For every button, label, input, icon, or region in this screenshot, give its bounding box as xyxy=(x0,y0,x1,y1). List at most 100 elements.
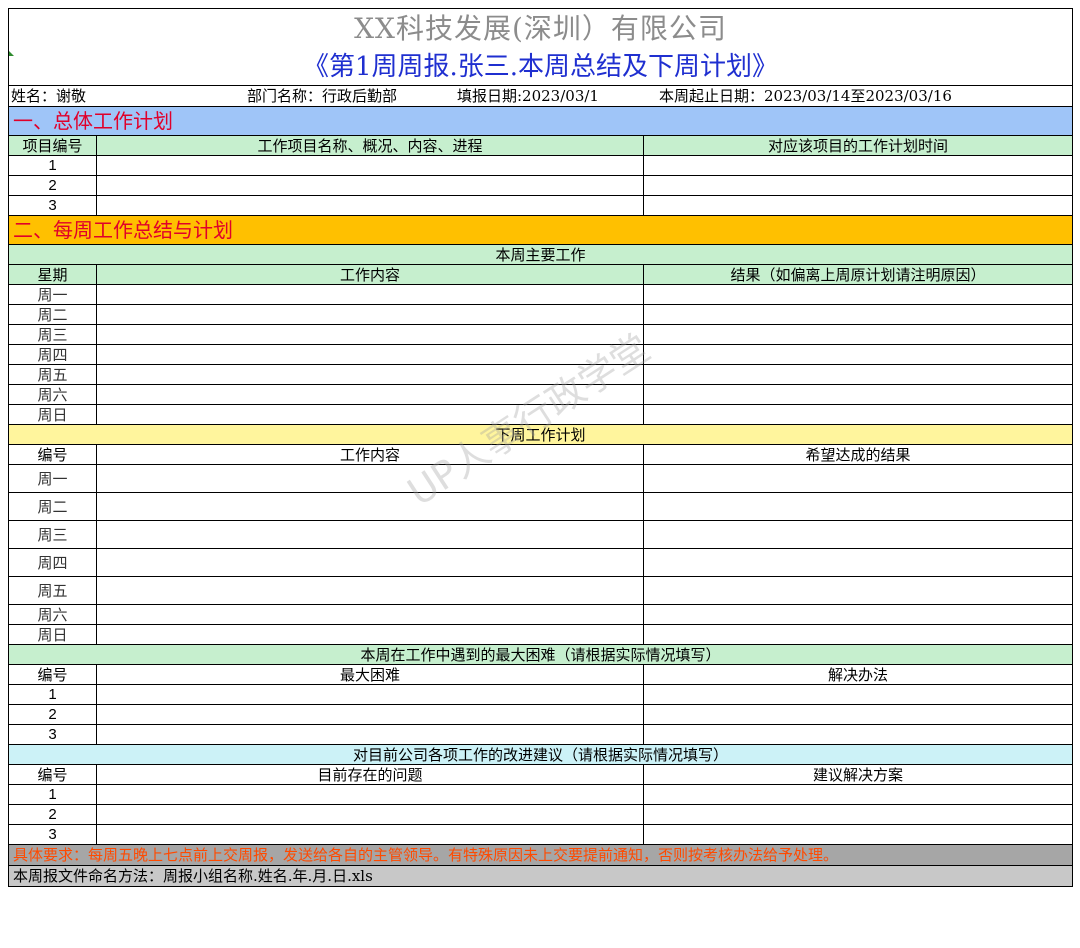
table-cell[interactable] xyxy=(643,704,1073,725)
table-cell[interactable] xyxy=(96,784,644,805)
table-cell[interactable] xyxy=(643,324,1073,345)
company-name[interactable]: XX科技发展(深圳）有限公司 xyxy=(8,8,1073,49)
weekday-cell[interactable]: 周五 xyxy=(8,364,97,385)
table-cell[interactable] xyxy=(643,548,1073,577)
department-name: 部门名称：行政后勤部 xyxy=(247,87,398,105)
col-header[interactable]: 工作内容 xyxy=(96,264,644,285)
table-cell[interactable] xyxy=(643,624,1073,645)
col-header[interactable]: 结果（如偏离上周原计划请注明原因） xyxy=(643,264,1073,285)
col-header[interactable]: 编号 xyxy=(8,764,97,785)
submission-requirement[interactable]: 具体要求：每周五晚上七点前上交周报，发送给各自的主管领导。有特殊原因未上交要提前… xyxy=(8,844,1073,866)
table-cell[interactable] xyxy=(643,304,1073,325)
weekday-cell[interactable]: 周四 xyxy=(8,344,97,365)
col-header[interactable]: 编号 xyxy=(8,664,97,685)
table-cell[interactable] xyxy=(96,604,644,625)
section1-title[interactable]: 一、总体工作计划 xyxy=(8,106,1073,136)
row-number[interactable]: 3 xyxy=(8,724,97,745)
col-header[interactable]: 对应该项目的工作计划时间 xyxy=(643,135,1073,156)
table-cell[interactable] xyxy=(643,344,1073,365)
info-row[interactable]: 姓名：谢敬 部门名称：行政后勤部 填报日期:2023/03/1 本周起止日期：2023… xyxy=(8,85,1073,107)
table-cell[interactable] xyxy=(96,548,644,577)
weekday-cell[interactable]: 周六 xyxy=(8,384,97,405)
weekday-cell[interactable]: 周四 xyxy=(8,548,97,577)
next-week-heading[interactable]: 下周工作计划 xyxy=(8,424,1073,445)
col-header[interactable]: 目前存在的问题 xyxy=(96,764,644,785)
table-cell[interactable] xyxy=(643,520,1073,549)
weekday-cell[interactable]: 周三 xyxy=(8,520,97,549)
col-header[interactable]: 建议解决方案 xyxy=(643,764,1073,785)
table-cell[interactable] xyxy=(96,155,644,176)
reporter-name: 姓名：谢敬 xyxy=(11,87,87,105)
table-cell[interactable] xyxy=(643,804,1073,825)
table-cell[interactable] xyxy=(96,404,644,425)
weekday-cell[interactable]: 周五 xyxy=(8,576,97,605)
row-number[interactable]: 1 xyxy=(8,684,97,705)
weekday-cell[interactable]: 周日 xyxy=(8,624,97,645)
row-number[interactable]: 1 xyxy=(8,155,97,176)
table-cell[interactable] xyxy=(96,684,644,705)
table-cell[interactable] xyxy=(643,824,1073,845)
weekday-cell[interactable]: 周三 xyxy=(8,324,97,345)
table-cell[interactable] xyxy=(643,604,1073,625)
table-cell[interactable] xyxy=(643,784,1073,805)
section2-title[interactable]: 二、每周工作总结与计划 xyxy=(8,215,1073,245)
col-header[interactable]: 工作内容 xyxy=(96,444,644,465)
table-cell[interactable] xyxy=(643,724,1073,745)
difficulties-heading[interactable]: 本周在工作中遇到的最大困难（请根据实际情况填写） xyxy=(8,644,1073,665)
table-cell[interactable] xyxy=(96,724,644,745)
weekday-cell[interactable]: 周一 xyxy=(8,464,97,493)
col-header[interactable]: 希望达成的结果 xyxy=(643,444,1073,465)
report-title[interactable]: 《第1周周报.张三.本周总结及下周计划》 xyxy=(8,49,1073,86)
table-cell[interactable] xyxy=(643,195,1073,216)
suggestions-heading[interactable]: 对目前公司各项工作的改进建议（请根据实际情况填写） xyxy=(8,744,1073,765)
col-header[interactable]: 编号 xyxy=(8,444,97,465)
row-number[interactable]: 2 xyxy=(8,804,97,825)
table-cell[interactable] xyxy=(643,404,1073,425)
table-cell[interactable] xyxy=(96,324,644,345)
table-cell[interactable] xyxy=(96,520,644,549)
weekday-cell[interactable]: 周一 xyxy=(8,284,97,305)
weekly-report-sheet: XX科技发展(深圳）有限公司 《第1周周报.张三.本周总结及下周计划》 姓名：谢… xyxy=(8,8,1073,887)
table-cell[interactable] xyxy=(643,155,1073,176)
table-cell[interactable] xyxy=(643,384,1073,405)
this-week-heading[interactable]: 本周主要工作 xyxy=(8,244,1073,265)
table-cell[interactable] xyxy=(643,175,1073,196)
col-header[interactable]: 解决办法 xyxy=(643,664,1073,685)
col-header[interactable]: 星期 xyxy=(8,264,97,285)
table-cell[interactable] xyxy=(96,824,644,845)
table-cell[interactable] xyxy=(643,364,1073,385)
table-cell[interactable] xyxy=(96,624,644,645)
table-cell[interactable] xyxy=(96,804,644,825)
table-cell[interactable] xyxy=(643,576,1073,605)
table-cell[interactable] xyxy=(96,492,644,521)
col-header[interactable]: 项目编号 xyxy=(8,135,97,156)
table-cell[interactable] xyxy=(643,464,1073,493)
table-cell[interactable] xyxy=(96,704,644,725)
weekday-cell[interactable]: 周二 xyxy=(8,304,97,325)
row-number[interactable]: 2 xyxy=(8,175,97,196)
file-naming-rule[interactable]: 本周报文件命名方法：周报小组名称.姓名.年.月.日.xls xyxy=(8,865,1073,887)
table-cell[interactable] xyxy=(96,195,644,216)
table-cell[interactable] xyxy=(643,684,1073,705)
table-cell[interactable] xyxy=(96,344,644,365)
table-cell[interactable] xyxy=(96,175,644,196)
row-number[interactable]: 2 xyxy=(8,704,97,725)
weekday-cell[interactable]: 周二 xyxy=(8,492,97,521)
week-period: 本周起止日期：2023/03/14至2023/03/16 xyxy=(659,87,952,105)
col-header[interactable]: 最大困难 xyxy=(96,664,644,685)
table-cell[interactable] xyxy=(96,304,644,325)
table-cell[interactable] xyxy=(643,492,1073,521)
table-cell[interactable] xyxy=(96,384,644,405)
table-cell[interactable] xyxy=(96,284,644,305)
col-header[interactable]: 工作项目名称、概况、内容、进程 xyxy=(96,135,644,156)
row-number[interactable]: 1 xyxy=(8,784,97,805)
table-cell[interactable] xyxy=(643,284,1073,305)
weekday-cell[interactable]: 周日 xyxy=(8,404,97,425)
row-number[interactable]: 3 xyxy=(8,824,97,845)
report-table: XX科技发展(深圳）有限公司 《第1周周报.张三.本周总结及下周计划》 姓名：谢… xyxy=(8,8,1073,887)
row-number[interactable]: 3 xyxy=(8,195,97,216)
weekday-cell[interactable]: 周六 xyxy=(8,604,97,625)
table-cell[interactable] xyxy=(96,464,644,493)
table-cell[interactable] xyxy=(96,576,644,605)
table-cell[interactable] xyxy=(96,364,644,385)
